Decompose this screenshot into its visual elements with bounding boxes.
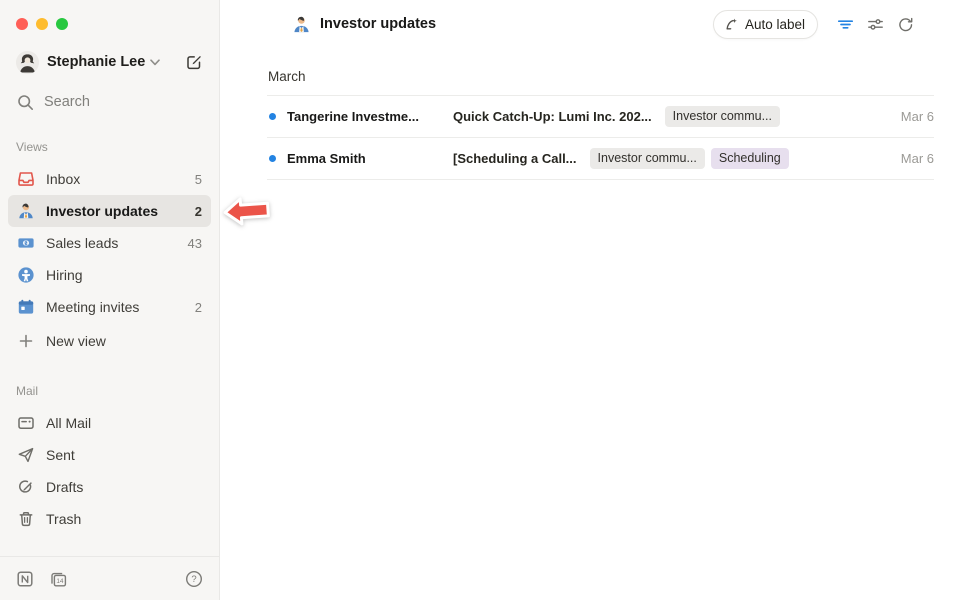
auto-label-button[interactable]: Auto label xyxy=(713,10,818,39)
sidebar-item-drafts[interactable]: Drafts xyxy=(8,471,211,503)
unread-count: 43 xyxy=(188,236,202,251)
label-tag[interactable]: Investor commu... xyxy=(590,148,705,169)
chevron-down-icon xyxy=(150,59,160,66)
sidebar-item-label: Sales leads xyxy=(46,235,118,251)
mail-list-nav: All Mail Sent Drafts Trash xyxy=(0,407,219,535)
compose-icon[interactable] xyxy=(185,53,203,71)
sidebar-item-sales-leads[interactable]: Sales leads 43 xyxy=(8,227,211,259)
avatar xyxy=(16,51,39,74)
views-list: Inbox 5 Investor updates 2 Sales leads 4… xyxy=(0,163,219,357)
profile-switcher[interactable]: Stephanie Lee xyxy=(16,48,203,76)
email-sender: Emma Smith xyxy=(287,151,439,166)
search-button[interactable]: Search xyxy=(17,92,203,112)
email-tags: Investor commu... Scheduling xyxy=(590,148,789,169)
unread-indicator xyxy=(269,113,276,120)
sidebar-footer: 14 ? xyxy=(0,556,219,600)
unread-count: 2 xyxy=(195,300,202,315)
refresh-icon[interactable] xyxy=(897,16,914,33)
sidebar-item-label: New view xyxy=(46,333,106,349)
label-tag[interactable]: Investor commu... xyxy=(665,106,780,127)
banknote-icon xyxy=(17,234,35,252)
svg-text:?: ? xyxy=(191,574,196,585)
sidebar-item-trash[interactable]: Trash xyxy=(8,503,211,535)
filter-icon[interactable] xyxy=(837,16,854,33)
sidebar-item-label: Investor updates xyxy=(46,203,158,219)
sidebar-item-investor-updates[interactable]: Investor updates 2 xyxy=(8,195,211,227)
email-date: Mar 6 xyxy=(889,151,934,166)
inbox-icon xyxy=(17,170,35,188)
svg-text:14: 14 xyxy=(56,578,64,585)
email-subject: [Scheduling a Call... xyxy=(453,151,577,166)
auto-label-sparkle-icon xyxy=(724,17,739,32)
sidebar-item-inbox[interactable]: Inbox 5 xyxy=(8,163,211,195)
display-settings-icon[interactable] xyxy=(867,16,884,33)
sidebar-item-label: Inbox xyxy=(46,171,80,187)
email-row[interactable]: Tangerine Investme... Quick Catch-Up: Lu… xyxy=(267,96,934,138)
zoom-window-button[interactable] xyxy=(56,18,68,30)
notion-calendar-app-icon[interactable]: 14 xyxy=(49,570,68,588)
search-icon xyxy=(17,94,34,111)
trash-icon xyxy=(17,510,35,528)
investor-person-icon xyxy=(17,202,35,220)
unread-count: 2 xyxy=(195,204,202,219)
close-window-button[interactable] xyxy=(16,18,28,30)
sidebar: Stephanie Lee Search Views Inbox 5 xyxy=(0,0,220,600)
email-row[interactable]: Emma Smith [Scheduling a Call... Investo… xyxy=(267,138,934,180)
sidebar-item-label: All Mail xyxy=(46,415,91,431)
sidebar-item-label: Trash xyxy=(46,511,81,527)
auto-label-button-label: Auto label xyxy=(745,17,805,32)
date-group-label: March xyxy=(267,60,934,96)
plus-icon xyxy=(17,332,35,350)
main-header: Investor updates Auto label xyxy=(220,0,960,48)
investor-person-icon xyxy=(292,15,311,34)
unread-indicator xyxy=(269,155,276,162)
email-sender: Tangerine Investme... xyxy=(287,109,439,124)
sidebar-item-label: Hiring xyxy=(46,267,83,283)
sidebar-item-label: Drafts xyxy=(46,479,83,495)
search-label: Search xyxy=(44,94,90,110)
mail-section-label: Mail xyxy=(16,384,203,400)
sidebar-item-sent[interactable]: Sent xyxy=(8,439,211,471)
sidebar-item-new-view[interactable]: New view xyxy=(8,325,211,357)
email-tags: Investor commu... xyxy=(665,106,780,127)
email-date: Mar 6 xyxy=(889,109,934,124)
sidebar-item-hiring[interactable]: Hiring xyxy=(8,259,211,291)
help-icon[interactable]: ? xyxy=(185,570,203,588)
page-title: Investor updates xyxy=(320,16,436,32)
email-subject: Quick Catch-Up: Lumi Inc. 202... xyxy=(453,109,652,124)
sidebar-item-label: Meeting invites xyxy=(46,299,139,315)
sidebar-item-label: Sent xyxy=(46,447,75,463)
unread-count: 5 xyxy=(195,172,202,187)
person-circle-icon xyxy=(17,266,35,284)
sidebar-item-meeting-invites[interactable]: Meeting invites 2 xyxy=(8,291,211,323)
account-name: Stephanie Lee xyxy=(47,54,145,70)
views-section-label: Views xyxy=(16,140,203,156)
drafts-icon xyxy=(17,478,35,496)
notion-app-icon[interactable] xyxy=(16,570,34,588)
email-list: March Tangerine Investme... Quick Catch-… xyxy=(267,60,934,180)
sidebar-item-all-mail[interactable]: All Mail xyxy=(8,407,211,439)
label-tag[interactable]: Scheduling xyxy=(711,148,789,169)
calendar-icon xyxy=(17,298,35,316)
minimize-window-button[interactable] xyxy=(36,18,48,30)
main-panel: Investor updates Auto label xyxy=(220,0,960,600)
all-mail-icon xyxy=(17,414,35,432)
sent-icon xyxy=(17,446,35,464)
window-controls xyxy=(0,0,219,30)
